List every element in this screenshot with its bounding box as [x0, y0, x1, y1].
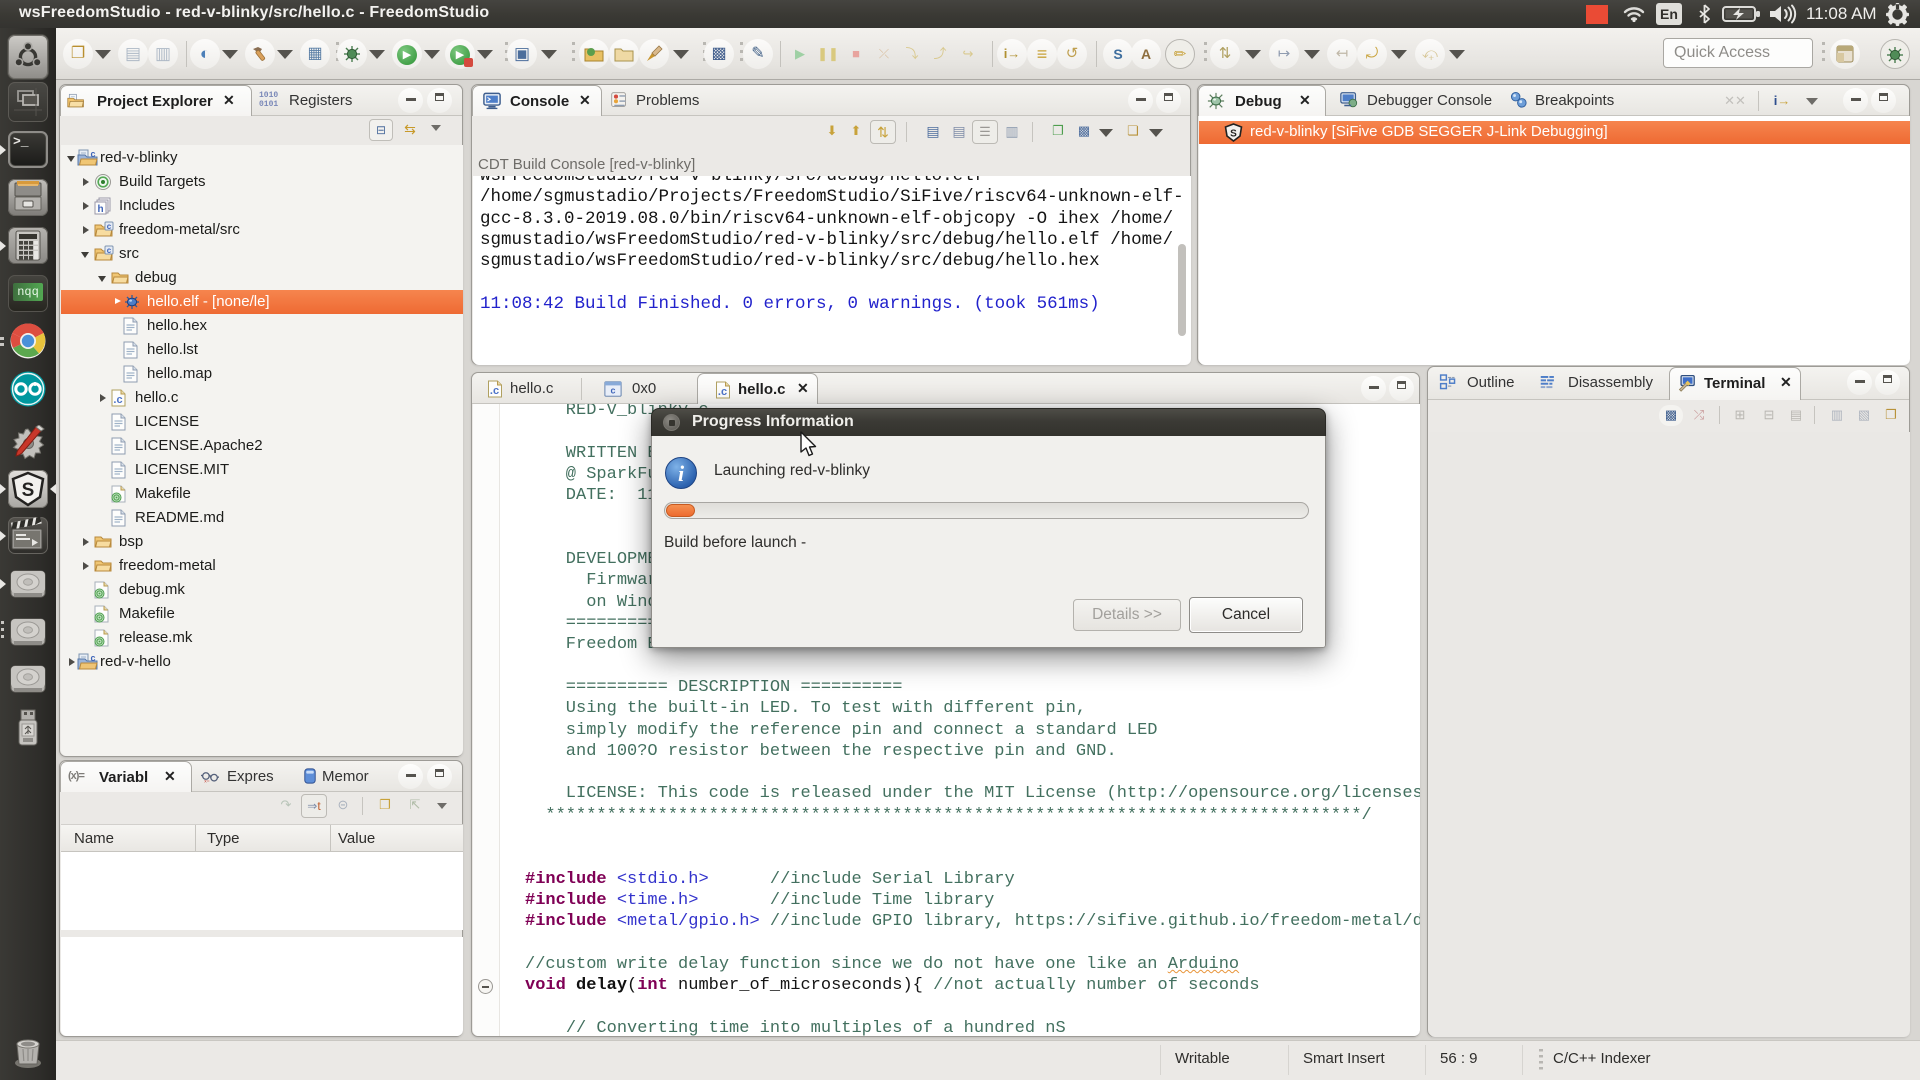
svg-text:S: S: [22, 480, 35, 501]
svg-text:c: c: [90, 149, 95, 159]
svg-text:x=: x=: [204, 780, 209, 785]
svg-text:c: c: [610, 386, 615, 396]
svg-text:c: c: [107, 222, 112, 231]
svg-text:.c: .c: [490, 385, 499, 397]
svg-text:c: c: [90, 653, 95, 663]
svg-text:S: S: [1230, 129, 1237, 140]
svg-text:.c: .c: [718, 386, 727, 398]
svg-text:h: h: [97, 204, 103, 215]
svg-text:c: c: [107, 246, 112, 255]
svg-text:.c: .c: [113, 394, 122, 406]
